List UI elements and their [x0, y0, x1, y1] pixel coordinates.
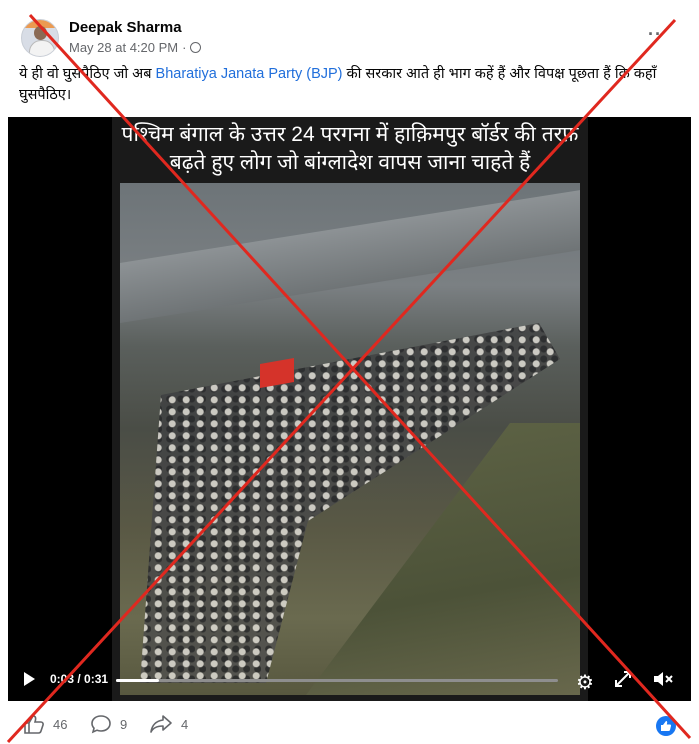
- reaction-bar: 46 9 4: [0, 704, 699, 744]
- gear-icon[interactable]: ⚙: [576, 670, 594, 695]
- share-count: 4: [181, 716, 189, 732]
- globe-icon: [190, 42, 202, 53]
- share-button[interactable]: 4: [149, 714, 188, 734]
- comment-icon: [91, 715, 111, 734]
- thumbs-up-icon: [661, 721, 672, 731]
- like-reaction-badge[interactable]: [656, 716, 676, 736]
- more-options-icon[interactable]: ··: [648, 24, 662, 45]
- post-text: ये ही वो घुसपैठिए जो अब Bharatiya Janata…: [19, 64, 681, 106]
- progress-bar[interactable]: [116, 679, 558, 682]
- video-caption: पश्चिम बंगाल के उत्तर 24 परगना में हाक़ि…: [121, 123, 579, 174]
- fullscreen-icon[interactable]: [614, 670, 632, 688]
- share-icon: [150, 715, 172, 733]
- post-meta: May 28 at 4:20 PM ·: [69, 40, 202, 55]
- play-icon[interactable]: [24, 672, 35, 686]
- like-count: 46: [53, 716, 68, 732]
- video-frame: पश्चिम बंगाल के उत्तर 24 परगना में हाक़ि…: [112, 117, 588, 701]
- meta-separator: ·: [182, 40, 187, 55]
- post-text-before: ये ही वो घुसपैठिए जो अब: [19, 66, 156, 82]
- author-name[interactable]: Deepak Sharma: [69, 19, 182, 36]
- video-player[interactable]: पश्चिम बंगाल के उत्तर 24 परगना में हाक़ि…: [8, 117, 691, 701]
- like-icon: [24, 715, 44, 734]
- avatar-head: [34, 26, 47, 40]
- timestamp[interactable]: May 28 at 4:20 PM: [69, 40, 178, 55]
- comment-count: 9: [120, 716, 128, 732]
- mute-icon[interactable]: [652, 669, 674, 689]
- scene-wall: [120, 190, 580, 323]
- like-button[interactable]: 46: [23, 714, 67, 734]
- video-scene: [120, 183, 580, 695]
- avatar[interactable]: [21, 19, 59, 57]
- avatar-body: [29, 40, 55, 56]
- comment-button[interactable]: 9: [90, 714, 127, 734]
- video-controls: 0:03 / 0:31 ⚙: [8, 660, 691, 701]
- video-time: 0:03 / 0:31: [50, 672, 109, 686]
- progress-fill: [116, 679, 159, 682]
- page-link[interactable]: Bharatiya Janata Party (BJP): [156, 66, 343, 82]
- facebook-post: Deepak Sharma May 28 at 4:20 PM · ·· ये …: [0, 0, 699, 744]
